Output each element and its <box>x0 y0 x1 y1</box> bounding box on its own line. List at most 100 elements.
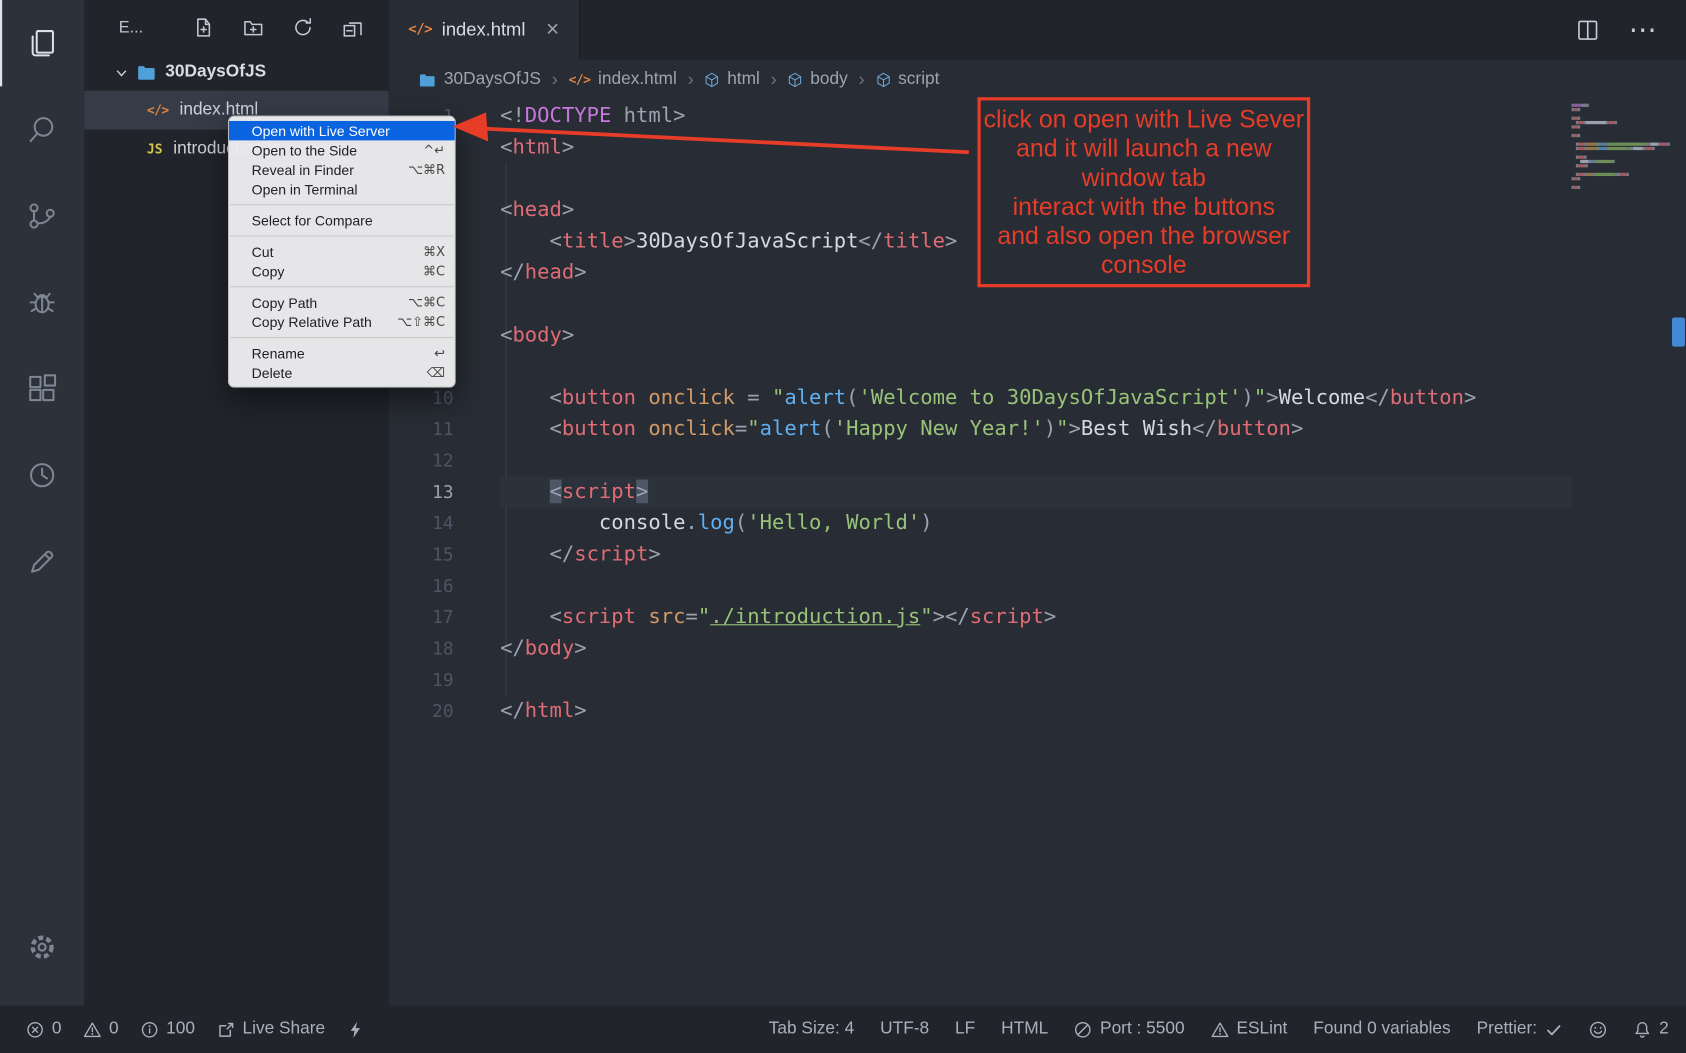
collapse-all-icon[interactable] <box>342 17 363 38</box>
status-port-5500[interactable]: Port : 5500 <box>1074 1020 1184 1039</box>
code-text <box>500 664 1571 695</box>
code-line-12[interactable]: 12 <box>389 445 1572 476</box>
code-line-16[interactable]: 16 <box>389 570 1572 601</box>
status-label: Prettier: <box>1477 1020 1538 1039</box>
minimap-line <box>1572 125 1671 128</box>
minimap-line <box>1572 177 1671 180</box>
tab-index-html[interactable]: </> index.html × <box>389 0 580 59</box>
code-line-18[interactable]: 18</body> <box>389 633 1572 664</box>
status-100[interactable]: 100 <box>140 1020 195 1039</box>
code-line-11[interactable]: 11 <button onclick="alert('Happy New Yea… <box>389 414 1572 445</box>
status-lf[interactable]: LF <box>955 1020 975 1039</box>
status-label: Found 0 variables <box>1313 1020 1450 1039</box>
line-number[interactable]: 15 <box>389 539 454 570</box>
activity-settings-icon[interactable] <box>0 904 84 990</box>
more-actions-icon[interactable]: ⋯ <box>1629 13 1658 46</box>
code-line-10[interactable]: 10 <button onclick = "alert('Welcome to … <box>389 382 1572 413</box>
breadcrumb-html[interactable]: html <box>705 70 760 89</box>
chevron-right-icon: › <box>552 69 558 91</box>
code-line-19[interactable]: 19 <box>389 664 1572 695</box>
status-tab-size-4[interactable]: Tab Size: 4 <box>769 1020 854 1039</box>
status-0[interactable]: 0 <box>83 1020 119 1039</box>
code-line-8[interactable]: 8<body> <box>389 320 1572 351</box>
status-2[interactable]: 2 <box>1633 1020 1669 1039</box>
port-icon <box>1074 1020 1092 1038</box>
menu-item-label: Copy Relative Path <box>252 314 372 330</box>
menu-separator <box>230 286 454 287</box>
menu-item-label: Select for Compare <box>252 212 373 228</box>
close-icon[interactable]: × <box>546 18 559 41</box>
breadcrumb-body[interactable]: body <box>788 70 848 89</box>
status-label: Tab Size: 4 <box>769 1020 854 1039</box>
status-left: 0 0 100 Live Share <box>26 1020 365 1039</box>
line-number[interactable]: 14 <box>389 508 454 539</box>
explorer-header: E... <box>84 0 389 54</box>
status-eslint[interactable]: ESLint <box>1211 1020 1288 1039</box>
breadcrumb-30daysofjs[interactable]: 30DaysOfJS <box>419 70 541 89</box>
code-line-17[interactable]: 17 <script src="./introduction.js"></scr… <box>389 602 1572 633</box>
menu-item-rename[interactable]: Rename↩ <box>229 343 455 362</box>
menu-item-delete[interactable]: Delete⌫ <box>229 363 455 382</box>
minimap-line <box>1572 130 1671 133</box>
breadcrumb-script[interactable]: script <box>875 70 939 89</box>
code-line-9[interactable]: 9 <box>389 351 1572 382</box>
menu-item-open-with-live-server[interactable]: Open with Live Server <box>229 121 455 140</box>
line-number[interactable]: 18 <box>389 633 454 664</box>
breadcrumb-label: script <box>898 70 939 89</box>
menu-item-shortcut: ↩ <box>434 346 445 361</box>
line-number[interactable]: 11 <box>389 414 454 445</box>
menu-item-copy[interactable]: Copy⌘C <box>229 261 455 280</box>
line-number[interactable]: 16 <box>389 570 454 601</box>
breadcrumb-index-html[interactable]: </>index.html <box>569 70 677 89</box>
status-found-0-variables[interactable]: Found 0 variables <box>1313 1020 1450 1039</box>
minimap-line <box>1572 138 1671 141</box>
line-number[interactable]: 13 <box>389 476 454 507</box>
folder-root-30daysofjs[interactable]: 30DaysOfJS <box>84 54 389 91</box>
status-html[interactable]: HTML <box>1001 1020 1048 1039</box>
menu-item-open-in-terminal[interactable]: Open in Terminal <box>229 179 455 198</box>
menu-item-cut[interactable]: Cut⌘X <box>229 242 455 261</box>
line-number[interactable]: 17 <box>389 602 454 633</box>
refresh-icon[interactable] <box>293 17 314 38</box>
menu-item-label: Delete <box>252 365 293 381</box>
split-editor-icon[interactable] <box>1577 19 1599 41</box>
code-line-7[interactable]: 7 <box>389 288 1572 319</box>
activity-explorer-icon[interactable] <box>0 0 84 86</box>
line-number[interactable]: 12 <box>389 445 454 476</box>
status-prettier-[interactable]: Prettier: <box>1477 1020 1563 1039</box>
activity-extensions-icon[interactable] <box>0 346 84 432</box>
status-lightning[interactable] <box>347 1020 365 1038</box>
minimap-line <box>1572 112 1671 115</box>
menu-item-select-for-compare[interactable]: Select for Compare <box>229 211 455 230</box>
menu-item-reveal-in-finder[interactable]: Reveal in Finder⌥⌘R <box>229 160 455 179</box>
code-line-13[interactable]: 13 <script> <box>389 476 1572 507</box>
menu-item-copy-path[interactable]: Copy Path⌥⌘C <box>229 293 455 312</box>
bell-icon <box>1633 1020 1651 1038</box>
line-number[interactable]: 20 <box>389 696 454 727</box>
root-folder-label: 30DaysOfJS <box>165 63 266 82</box>
status-utf-8[interactable]: UTF-8 <box>880 1020 929 1039</box>
status-bar: 0 0 100 Live Share Tab Size: 4 UTF-8 LF HTML Po… <box>0 1005 1686 1053</box>
new-folder-icon[interactable] <box>243 17 264 38</box>
status-smiley[interactable] <box>1589 1020 1607 1038</box>
minimap[interactable] <box>1572 104 1671 190</box>
activity-run-debug-icon[interactable] <box>0 259 84 345</box>
status-0[interactable]: 0 <box>26 1020 62 1039</box>
code-line-15[interactable]: 15 </script> <box>389 539 1572 570</box>
context-menu: Open with Live ServerOpen to the Side^↵R… <box>228 116 456 388</box>
activity-live-server-icon[interactable] <box>0 518 84 604</box>
chevron-right-icon: › <box>688 69 694 91</box>
menu-item-shortcut: ⌥⇧⌘C <box>397 314 445 329</box>
activity-history-icon[interactable] <box>0 432 84 518</box>
minimap-line <box>1572 117 1671 120</box>
status-label: UTF-8 <box>880 1020 929 1039</box>
new-file-icon[interactable] <box>193 17 214 38</box>
status-live-share[interactable]: Live Share <box>217 1020 326 1039</box>
code-line-20[interactable]: 20</html> <box>389 696 1572 727</box>
activity-source-control-icon[interactable] <box>0 173 84 259</box>
menu-item-open-to-the-side[interactable]: Open to the Side^↵ <box>229 140 455 159</box>
line-number[interactable]: 19 <box>389 664 454 695</box>
menu-item-copy-relative-path[interactable]: Copy Relative Path ⌥⇧⌘C <box>229 312 455 331</box>
activity-search-icon[interactable] <box>0 86 84 172</box>
code-line-14[interactable]: 14 console.log('Hello, World') <box>389 508 1572 539</box>
